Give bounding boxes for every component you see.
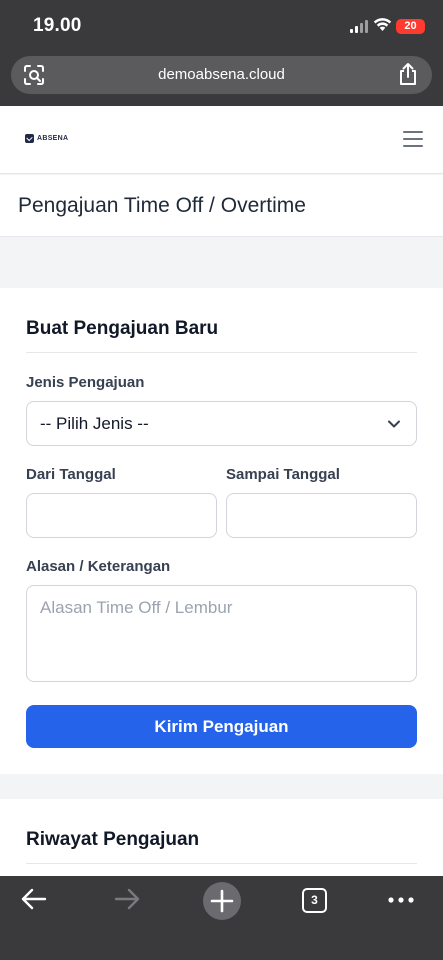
status-time: 19.00 [33,15,82,36]
more-options-icon[interactable] [387,896,415,904]
form-heading: Buat Pengajuan Baru [26,318,219,339]
back-arrow-icon[interactable] [20,884,48,914]
divider [26,863,417,864]
request-type-label: Jenis Pengajuan [26,374,145,391]
start-date-input[interactable] [26,493,217,538]
new-tab-button[interactable] [203,882,241,920]
logo-mark-icon [25,134,34,143]
new-request-card: Buat Pengajuan Baru Jenis Pengajuan -- P… [0,288,443,774]
browser-toolbar: 3 [0,876,443,960]
reason-textarea[interactable]: Alasan Time Off / Lembur [26,585,417,682]
reason-label: Alasan / Keterangan [26,558,171,575]
start-date-label: Dari Tanggal [26,466,116,483]
history-heading: Riwayat Pengajuan [26,829,200,850]
logo-text: ABSENA [37,135,69,142]
chevron-down-icon [388,420,400,428]
wifi-icon [373,18,392,31]
absena-logo[interactable]: ABSENA [25,134,68,143]
submit-request-button[interactable]: Kirim Pengajuan [26,705,417,748]
end-date-label: Sampai Tanggal [226,466,340,483]
url-text: demoabsena.cloud [158,66,285,83]
web-page: ABSENA Pengajuan Time Off / Overtime Bua… [0,106,443,876]
forward-arrow-icon[interactable] [113,884,141,914]
page-header: Pengajuan Time Off / Overtime [0,175,443,237]
page-title: Pengajuan Time Off / Overtime [18,194,306,217]
request-type-select[interactable]: -- Pilih Jenis -- [26,401,417,446]
request-type-value: -- Pilih Jenis -- [40,414,149,433]
address-bar[interactable]: demoabsena.cloud [11,56,432,94]
cellular-signal-icon [350,20,369,33]
battery-indicator: 20 [396,19,425,34]
end-date-input[interactable] [226,493,417,538]
reason-placeholder: Alasan Time Off / Lembur [40,598,233,617]
site-navbar: ABSENA [0,106,443,174]
request-history-card: Riwayat Pengajuan [0,799,443,876]
status-bar: 19.00 20 [0,0,443,52]
hamburger-menu-icon[interactable] [403,131,423,147]
share-icon[interactable] [398,62,418,86]
divider [26,352,417,353]
browser-address-area: demoabsena.cloud [0,52,443,106]
plus-icon [210,889,234,913]
tabs-count-button[interactable]: 3 [302,888,327,913]
